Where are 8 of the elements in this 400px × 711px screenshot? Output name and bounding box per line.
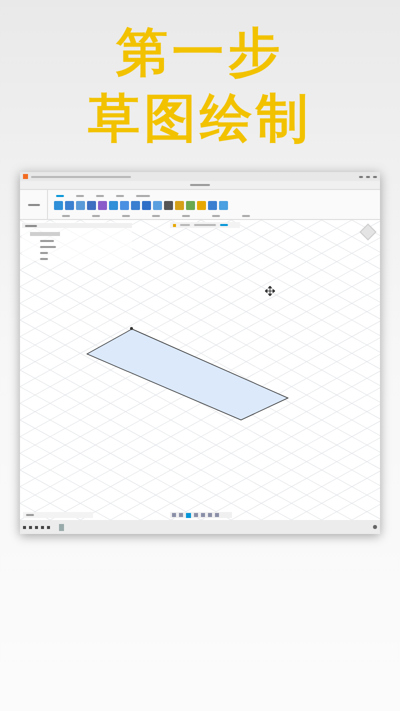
move-cursor-icon	[265, 286, 275, 296]
comments-panel[interactable]	[23, 512, 93, 518]
navigation-bar	[170, 512, 232, 518]
app-icon	[23, 174, 28, 179]
notice-bar	[170, 222, 240, 228]
origin-point	[130, 327, 133, 330]
headline: 草图绘制	[88, 88, 312, 150]
headline: 第一步	[116, 22, 284, 84]
